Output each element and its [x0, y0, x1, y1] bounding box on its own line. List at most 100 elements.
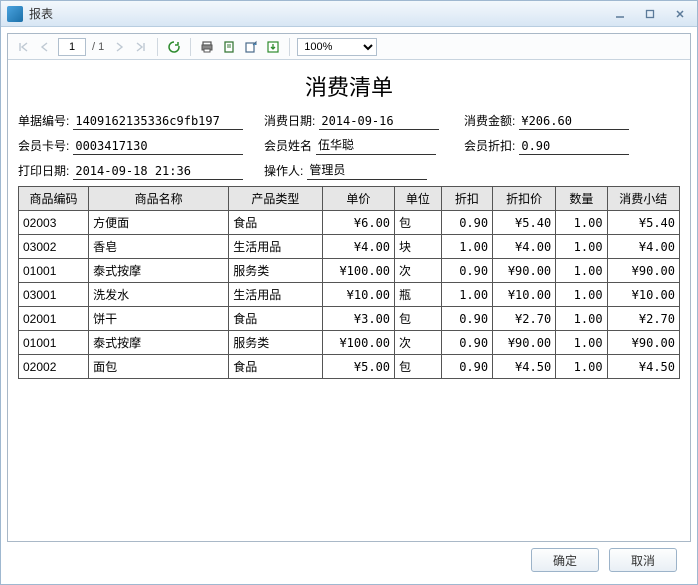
card-no-label: 会员卡号:: [18, 137, 73, 155]
minimize-button[interactable]: [607, 6, 633, 22]
last-page-button[interactable]: [132, 38, 150, 56]
table-cell: ¥4.50: [493, 355, 556, 379]
cancel-button[interactable]: 取消: [609, 548, 677, 572]
table-cell: 0.90: [441, 211, 492, 235]
app-icon: [7, 6, 23, 22]
table-cell: ¥5.00: [322, 355, 394, 379]
items-table: 商品编码商品名称产品类型单价单位折扣折扣价数量消费小结 02003方便面食品¥6…: [18, 186, 680, 379]
discount-value: 0.90: [519, 139, 629, 155]
page-setup-button[interactable]: [220, 38, 238, 56]
table-row: 02001饼干食品¥3.00包0.90¥2.701.00¥2.70: [19, 307, 680, 331]
table-cell: 香皂: [89, 235, 229, 259]
zoom-select[interactable]: 100%: [297, 38, 377, 56]
table-cell: 包: [395, 307, 442, 331]
table-cell: ¥10.00: [493, 283, 556, 307]
table-cell: 0.90: [441, 307, 492, 331]
operator-value: 管理员: [307, 161, 427, 180]
titlebar: 报表: [1, 1, 697, 27]
card-no-value: 0003417130: [73, 139, 243, 155]
table-header-cell: 产品类型: [229, 187, 322, 211]
table-cell: 瓶: [395, 283, 442, 307]
meta-row-3: 打印日期: 2014-09-18 21:36 操作人: 管理员: [18, 161, 680, 180]
table-cell: 生活用品: [229, 283, 322, 307]
table-cell: 包: [395, 355, 442, 379]
close-button[interactable]: [667, 6, 693, 22]
table-cell: 02001: [19, 307, 89, 331]
dialog-footer: 确定 取消: [7, 542, 691, 578]
amount-value: ¥206.60: [519, 114, 629, 130]
page-number-input[interactable]: [58, 38, 86, 56]
table-cell: 03002: [19, 235, 89, 259]
table-cell: 1.00: [556, 307, 607, 331]
table-header-cell: 商品编码: [19, 187, 89, 211]
member-name-label: 会员姓名: [264, 137, 316, 155]
refresh-button[interactable]: [165, 38, 183, 56]
table-cell: ¥4.00: [607, 235, 679, 259]
consume-date-value: 2014-09-16: [319, 114, 439, 130]
report-body: 消费清单 单据编号: 1409162135336c9fb197 消费日期: 20…: [8, 60, 690, 541]
table-cell: ¥90.00: [607, 331, 679, 355]
operator-label: 操作人:: [264, 162, 307, 180]
table-cell: ¥90.00: [493, 331, 556, 355]
next-page-button[interactable]: [110, 38, 128, 56]
table-cell: 1.00: [556, 355, 607, 379]
table-cell: 次: [395, 259, 442, 283]
table-header-cell: 折扣: [441, 187, 492, 211]
table-cell: 02002: [19, 355, 89, 379]
table-cell: 包: [395, 211, 442, 235]
member-name-value: 伍华聪: [316, 136, 436, 155]
table-cell: 泰式按摩: [89, 259, 229, 283]
first-page-button[interactable]: [14, 38, 32, 56]
table-row: 03001洗发水生活用品¥10.00瓶1.00¥10.001.00¥10.00: [19, 283, 680, 307]
table-cell: 洗发水: [89, 283, 229, 307]
table-cell: 食品: [229, 355, 322, 379]
table-cell: ¥100.00: [322, 259, 394, 283]
page-total-label: / 1: [90, 41, 106, 53]
export-button[interactable]: [242, 38, 260, 56]
report-window: 报表 / 1: [0, 0, 698, 585]
table-cell: ¥90.00: [607, 259, 679, 283]
table-cell: ¥5.40: [493, 211, 556, 235]
table-cell: ¥3.00: [322, 307, 394, 331]
table-cell: ¥90.00: [493, 259, 556, 283]
order-no-value: 1409162135336c9fb197: [73, 114, 243, 130]
amount-label: 消费金额:: [464, 112, 519, 130]
table-row: 02002面包食品¥5.00包0.90¥4.501.00¥4.50: [19, 355, 680, 379]
table-cell: 块: [395, 235, 442, 259]
table-row: 02003方便面食品¥6.00包0.90¥5.401.00¥5.40: [19, 211, 680, 235]
table-header-cell: 消费小结: [607, 187, 679, 211]
table-cell: 生活用品: [229, 235, 322, 259]
report-frame: / 1: [7, 33, 691, 542]
report-title: 消费清单: [18, 70, 680, 102]
table-cell: 面包: [89, 355, 229, 379]
table-cell: 03001: [19, 283, 89, 307]
table-cell: 1.00: [556, 331, 607, 355]
print-date-value: 2014-09-18 21:36: [73, 164, 243, 180]
ok-button[interactable]: 确定: [531, 548, 599, 572]
table-cell: ¥4.00: [493, 235, 556, 259]
maximize-button[interactable]: [637, 6, 663, 22]
table-cell: 01001: [19, 259, 89, 283]
toolbar-separator: [289, 38, 290, 56]
save-button[interactable]: [264, 38, 282, 56]
table-cell: ¥2.70: [607, 307, 679, 331]
table-header-cell: 商品名称: [89, 187, 229, 211]
table-cell: 1.00: [441, 235, 492, 259]
print-button[interactable]: [198, 38, 216, 56]
table-header-cell: 数量: [556, 187, 607, 211]
table-row: 01001泰式按摩服务类¥100.00次0.90¥90.001.00¥90.00: [19, 331, 680, 355]
meta-row-2: 会员卡号: 0003417130 会员姓名 伍华聪 会员折扣: 0.90: [18, 136, 680, 155]
table-cell: ¥6.00: [322, 211, 394, 235]
table-cell: ¥10.00: [607, 283, 679, 307]
table-header-cell: 单位: [395, 187, 442, 211]
table-cell: 泰式按摩: [89, 331, 229, 355]
table-cell: 1.00: [556, 235, 607, 259]
table-cell: ¥100.00: [322, 331, 394, 355]
table-cell: ¥4.50: [607, 355, 679, 379]
table-cell: 02003: [19, 211, 89, 235]
prev-page-button[interactable]: [36, 38, 54, 56]
order-no-label: 单据编号:: [18, 112, 73, 130]
table-cell: 服务类: [229, 331, 322, 355]
consume-date-label: 消费日期:: [264, 112, 319, 130]
content-area: / 1: [1, 27, 697, 584]
